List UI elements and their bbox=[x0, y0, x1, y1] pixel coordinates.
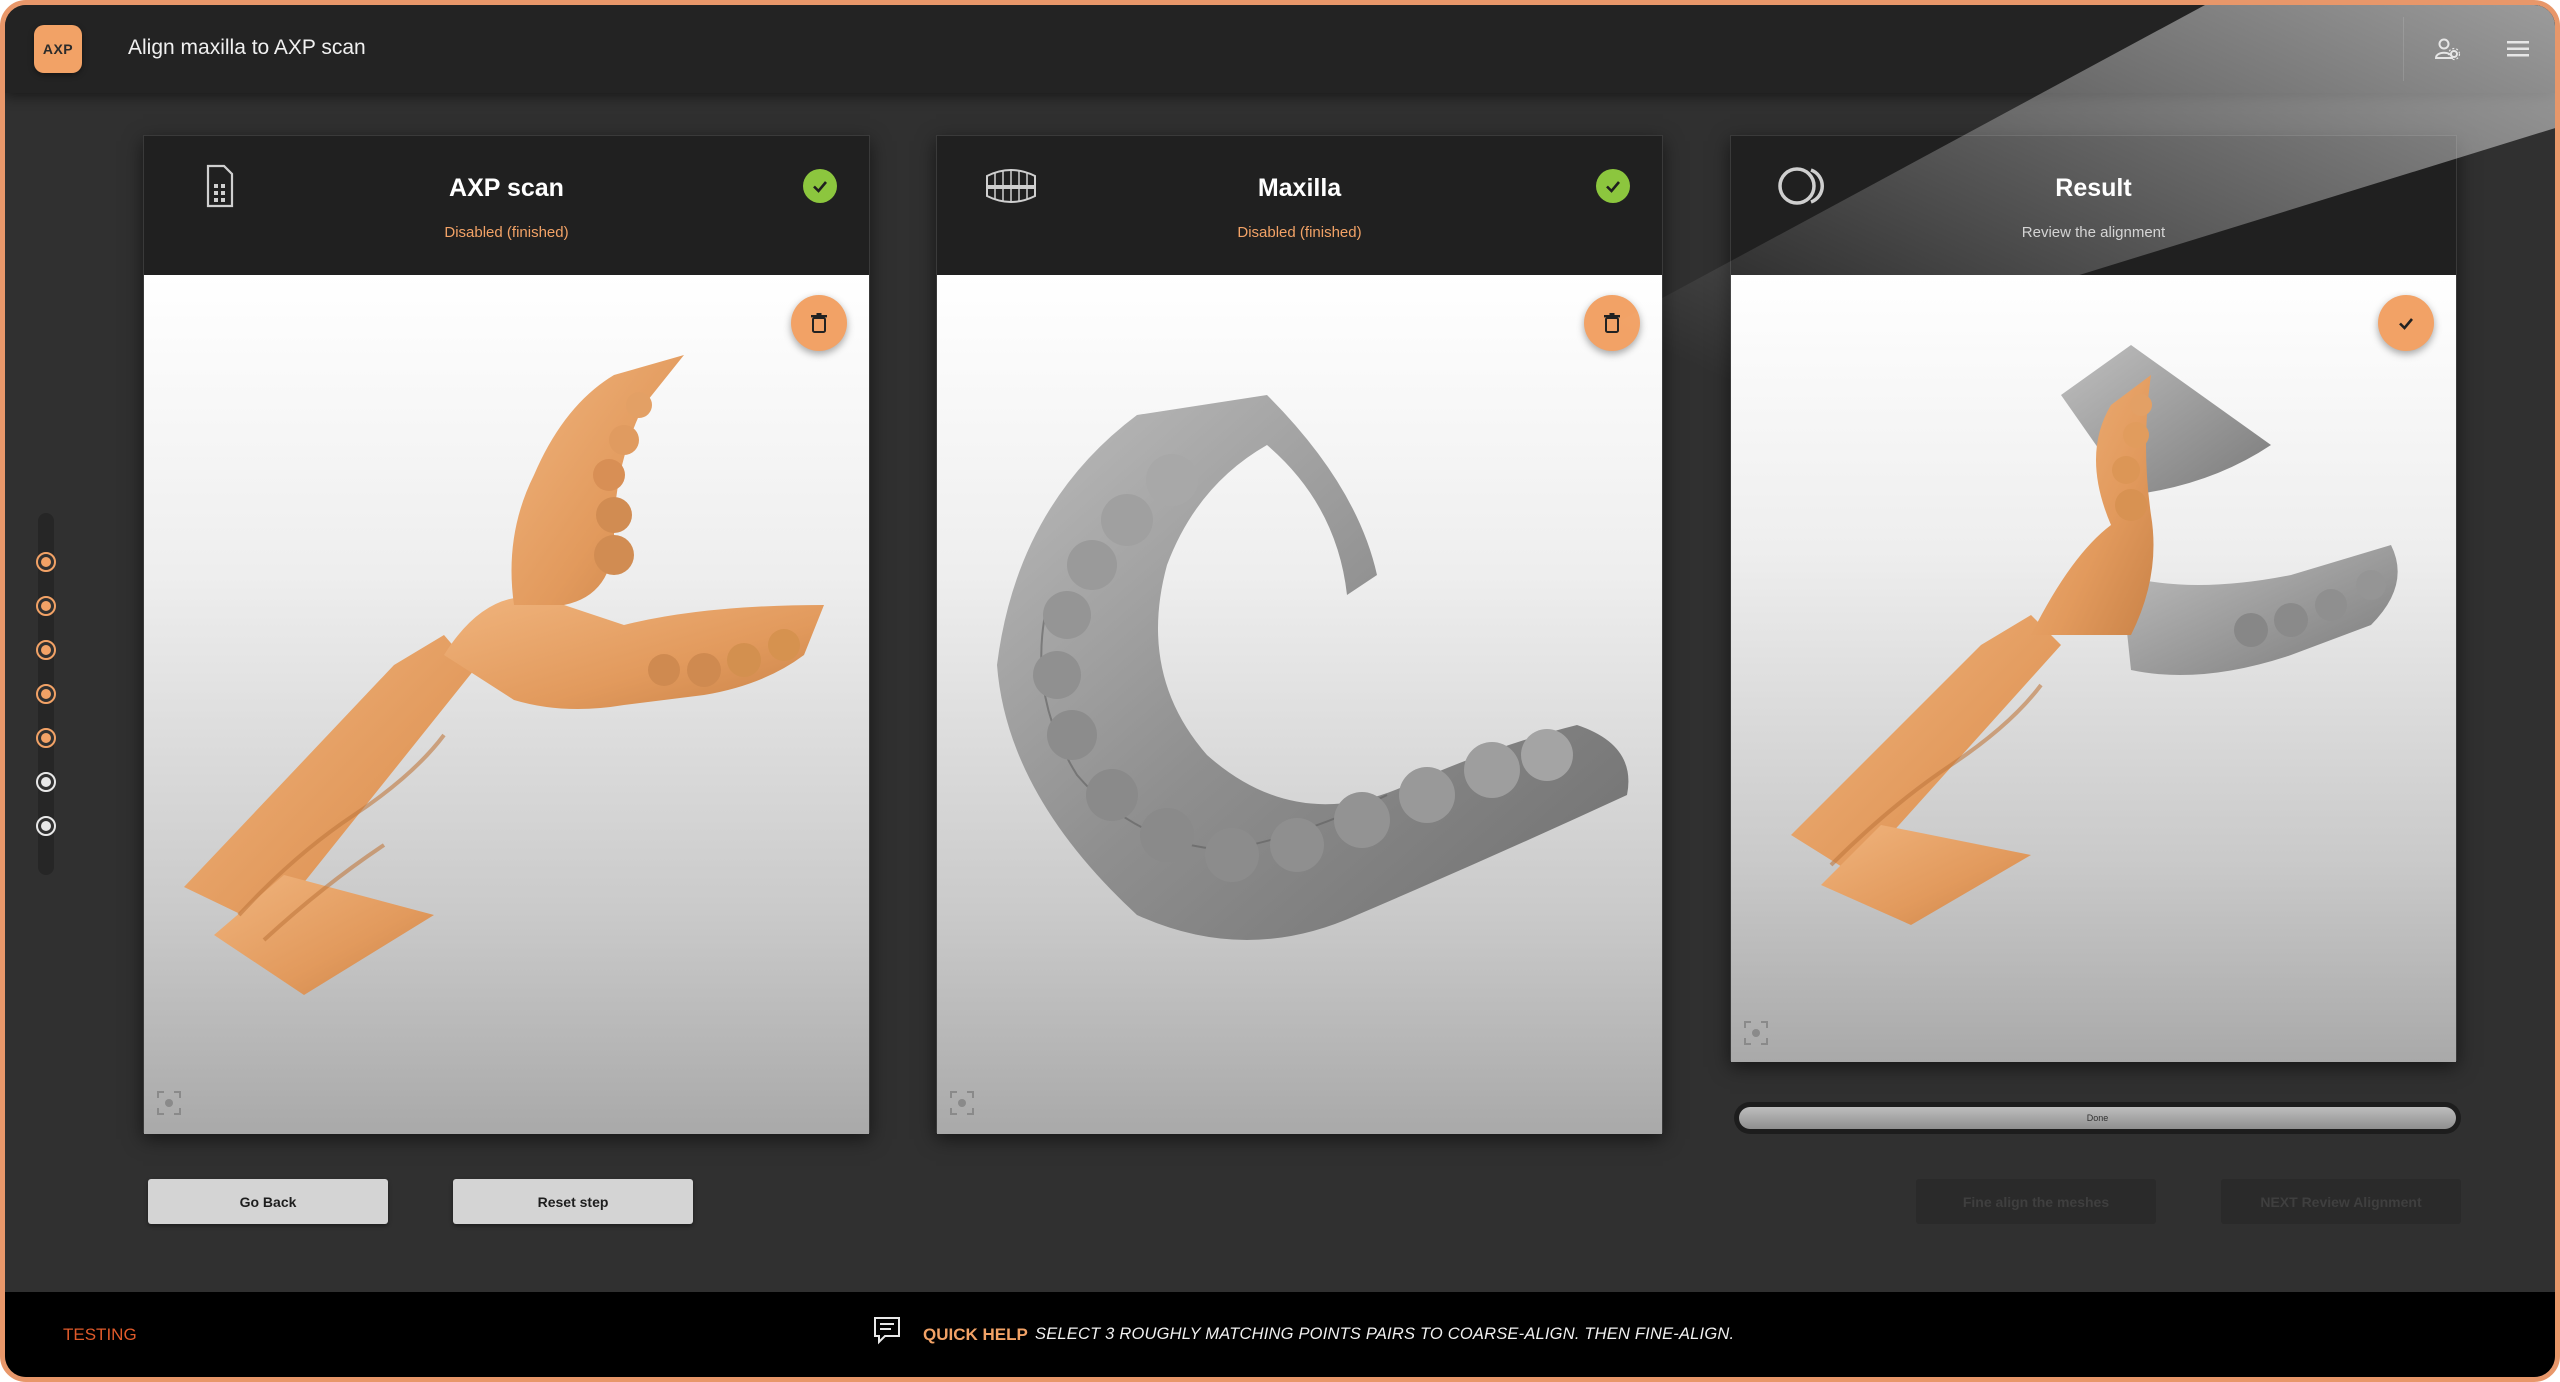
quick-help-title: QUICK HELP bbox=[923, 1325, 1028, 1344]
app-window: AXP Align maxilla to AXP scan AXP scan D… bbox=[0, 0, 2560, 1382]
quick-help-text: SELECT 3 ROUGHLY MATCHING POINTS PAIRS T… bbox=[1035, 1325, 1735, 1343]
recenter-view-icon[interactable] bbox=[1743, 1020, 1769, 1046]
step-7-indicator[interactable] bbox=[36, 816, 56, 836]
delete-button[interactable] bbox=[791, 295, 847, 351]
go-back-button[interactable]: Go Back bbox=[148, 1179, 388, 1224]
confirm-result-button[interactable] bbox=[2378, 295, 2434, 351]
complete-check-icon bbox=[1596, 169, 1630, 203]
progress-label: Done bbox=[2086, 1113, 2109, 1123]
recenter-view-icon[interactable] bbox=[949, 1090, 975, 1116]
panel-header: Maxilla Disabled (finished) bbox=[937, 136, 1662, 275]
panel-status-text: Review the alignment bbox=[2021, 224, 2166, 241]
3d-viewport-result[interactable] bbox=[1731, 275, 2456, 1062]
user-settings-icon bbox=[2434, 38, 2461, 61]
step-3-indicator[interactable] bbox=[36, 640, 56, 660]
app-logo: AXP bbox=[34, 25, 82, 73]
alignment-progress-bar: Done bbox=[1734, 1102, 2461, 1134]
maxilla-mesh bbox=[997, 395, 1629, 940]
check-icon bbox=[2399, 318, 2413, 330]
header-divider bbox=[2403, 17, 2404, 81]
progress-fill: Done bbox=[1739, 1107, 2456, 1129]
panel-title: Result bbox=[2055, 174, 2132, 202]
step-6-indicator[interactable] bbox=[36, 772, 56, 792]
panel-status-text: Disabled (finished) bbox=[1237, 224, 1362, 241]
fine-align-button[interactable]: Fine align the meshes bbox=[1916, 1179, 2156, 1224]
panel-header: AXP scan Disabled (finished) bbox=[144, 136, 869, 275]
recenter-view-icon[interactable] bbox=[156, 1090, 182, 1116]
maxilla-panel: Maxilla Disabled (finished) bbox=[936, 135, 1663, 1134]
axp-scan-panel: AXP scan Disabled (finished) bbox=[143, 135, 870, 1134]
3d-viewport-axp-scan[interactable] bbox=[144, 275, 869, 1134]
hamburger-menu-icon bbox=[2507, 41, 2529, 57]
panel-status-text: Disabled (finished) bbox=[444, 224, 569, 241]
step-4-indicator[interactable] bbox=[36, 684, 56, 704]
complete-check-icon bbox=[803, 169, 837, 203]
top-bar: AXP Align maxilla to AXP scan bbox=[5, 5, 2555, 93]
menu-button[interactable] bbox=[2500, 31, 2536, 67]
environment-label: TESTING bbox=[63, 1325, 137, 1344]
chat-help-icon bbox=[874, 1317, 900, 1345]
panel-title: Maxilla bbox=[1257, 174, 1342, 202]
axp-scan-mesh bbox=[184, 355, 824, 995]
step-2-indicator[interactable] bbox=[36, 596, 56, 616]
result-panel: Result Review the alignment bbox=[1730, 135, 2457, 1062]
3d-viewport-maxilla[interactable] bbox=[937, 275, 1662, 1134]
result-overlay-mesh bbox=[1791, 345, 2398, 925]
footer-bar: TESTING QUICK HELP SELECT 3 ROUGHLY MATC… bbox=[5, 1292, 2555, 1377]
page-title: Align maxilla to AXP scan bbox=[128, 36, 366, 59]
delete-button[interactable] bbox=[1584, 295, 1640, 351]
trash-icon bbox=[1604, 313, 1620, 333]
next-review-alignment-button[interactable]: NEXT Review Alignment bbox=[2221, 1179, 2461, 1224]
step-5-indicator[interactable] bbox=[36, 728, 56, 748]
panel-title: AXP scan bbox=[449, 174, 564, 202]
step-1-indicator[interactable] bbox=[36, 552, 56, 572]
panel-header: Result Review the alignment bbox=[1731, 136, 2456, 275]
reset-step-button[interactable]: Reset step bbox=[453, 1179, 693, 1224]
user-settings-button[interactable] bbox=[2429, 31, 2465, 67]
step-progress-track bbox=[36, 513, 56, 875]
trash-icon bbox=[811, 313, 827, 333]
